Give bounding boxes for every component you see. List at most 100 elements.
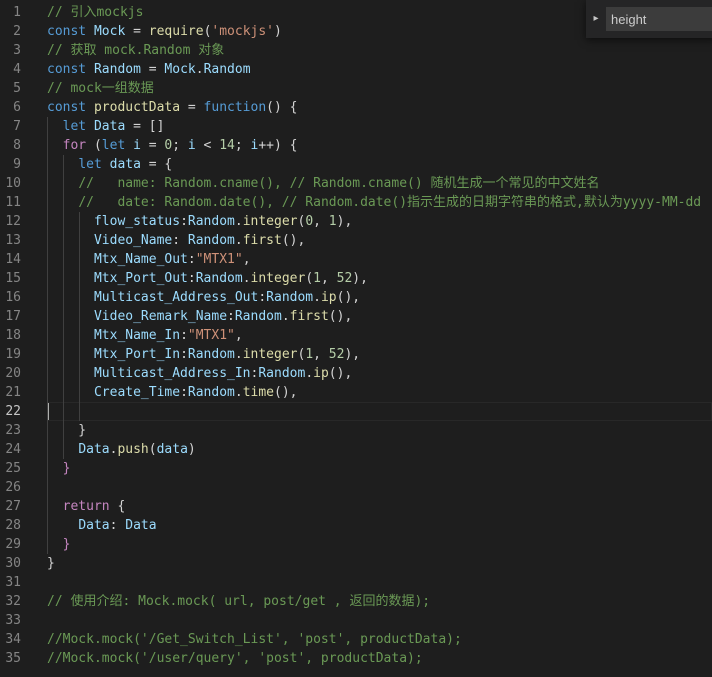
code-token: : [180, 347, 188, 362]
code-text[interactable]: } [47, 554, 55, 573]
code-text[interactable]: Mtx_Name_Out:"MTX1", [47, 250, 251, 269]
code-text[interactable]: const Random = Mock.Random [47, 60, 251, 79]
code-text[interactable]: for (let i = 0; i < 14; i++) { [47, 136, 298, 155]
code-line[interactable]: 3 // 获取 mock.Random 对象 [0, 41, 712, 60]
code-line[interactable]: 18 Mtx_Name_In:"MTX1", [0, 326, 712, 345]
code-token: require [148, 24, 204, 39]
code-token: : [180, 328, 188, 343]
code-text[interactable]: const Mock = require('mockjs') [47, 22, 282, 41]
code-line[interactable]: 20 Multicast_Address_In:Random.ip(), [0, 364, 712, 383]
code-line[interactable]: 7 let Data = [] [0, 117, 712, 136]
code-text[interactable]: Video_Remark_Name:Random.first(), [47, 307, 352, 326]
code-text[interactable]: // mock一组数据 [47, 79, 154, 98]
code-text[interactable]: // date: Random.date(), // Random.date()… [47, 193, 701, 212]
code-editor[interactable]: 1// 引入mockjs 2 const Mock = require('mockj… [0, 0, 712, 677]
code-line[interactable]: 12 flow_status:Random.integer(0, 1), [0, 212, 712, 231]
code-line[interactable]: 8 for (let i = 0; i < 14; i++) { [0, 136, 712, 155]
code-token: , [313, 214, 329, 229]
code-token: , [320, 271, 337, 286]
code-line[interactable]: 15 Mtx_Port_Out:Random.integer(1, 52), [0, 269, 712, 288]
code-lines[interactable]: 1// 引入mockjs 2 const Mock = require('mockj… [0, 3, 712, 668]
code-token: . [234, 385, 243, 400]
code-text[interactable]: Create_Time:Random.time(), [47, 383, 298, 402]
code-token: Random [234, 309, 282, 324]
code-token: : [180, 385, 188, 400]
code-line[interactable]: 24 Data.push(data) [0, 440, 712, 459]
code-text[interactable]: } [47, 535, 71, 554]
code-text[interactable]: Mtx_Port_Out:Random.integer(1, 52), [47, 269, 368, 288]
code-token: integer [242, 347, 298, 362]
code-line[interactable]: 35 //Mock.mock('/user/query', 'post', pro… [0, 649, 712, 668]
code-token: Multicast_Address_Out [93, 290, 259, 305]
code-line[interactable]: 22 [0, 402, 712, 421]
code-text[interactable]: Multicast_Address_Out:Random.ip(), [47, 288, 360, 307]
code-token: const [47, 62, 87, 77]
code-token: : [172, 233, 188, 248]
code-line[interactable]: 11 // date: Random.date(), // Random.dat… [0, 193, 712, 212]
code-text[interactable]: return { [47, 497, 126, 516]
code-line[interactable]: 29 } [0, 535, 712, 554]
code-line[interactable]: 32 // 使用介绍: Mock.mock( url, post/get , 返回… [0, 592, 712, 611]
code-line[interactable]: 6 const productData = function() { [0, 98, 712, 117]
indent-guide [63, 155, 64, 459]
code-token: flow_status [93, 214, 181, 229]
chevron-right-icon[interactable]: ▸ [590, 11, 602, 27]
code-token: . [234, 347, 243, 362]
code-text[interactable]: // 使用介绍: Mock.mock( url, post/get , 返回的数… [47, 592, 430, 611]
code-line[interactable]: 5 // mock一组数据 [0, 79, 712, 98]
code-line[interactable]: 25 } [0, 459, 712, 478]
code-line[interactable]: 4 const Random = Mock.Random [0, 60, 712, 79]
code-text[interactable]: Video_Name: Random.first(), [47, 231, 305, 250]
code-text[interactable]: // name: Random.cname(), // Random.cname… [47, 174, 599, 193]
code-line[interactable]: 17 Video_Remark_Name:Random.first(), [0, 307, 712, 326]
code-line[interactable]: 10 // name: Random.cname(), // Random.cn… [0, 174, 712, 193]
code-text[interactable]: Mtx_Name_In:"MTX1", [47, 326, 243, 345]
code-line[interactable]: 30} [0, 554, 712, 573]
code-token: // date: Random.date(), // Random.date()… [78, 195, 702, 210]
code-text[interactable]: Multicast_Address_In:Random.ip(), [47, 364, 352, 383]
code-line[interactable]: 9 let data = { [0, 155, 712, 174]
code-text[interactable]: const productData = function() { [47, 98, 297, 117]
line-number: 12 [5, 214, 21, 229]
code-token: first [242, 233, 282, 248]
code-line[interactable]: 31 [0, 573, 712, 592]
code-line[interactable]: 27 return { [0, 497, 712, 516]
code-line[interactable]: 26 [0, 478, 712, 497]
code-text[interactable]: } [47, 459, 71, 478]
code-text[interactable]: //Mock.mock('/user/query', 'post', produ… [47, 649, 423, 668]
code-text[interactable]: // 引入mockjs [47, 3, 143, 22]
code-token: } [47, 461, 71, 476]
code-text[interactable]: } [47, 421, 86, 440]
code-token: , [234, 328, 243, 343]
code-token: // mock一组数据 [47, 81, 154, 96]
code-text[interactable]: // 获取 mock.Random 对象 [47, 41, 224, 60]
code-token: // 引入mockjs [47, 5, 144, 20]
code-token: } [47, 537, 71, 552]
code-text[interactable]: flow_status:Random.integer(0, 1), [47, 212, 352, 231]
code-text[interactable]: let Data = [] [47, 117, 165, 136]
code-token: Multicast_Address_In [93, 366, 251, 381]
code-line[interactable]: 16 Multicast_Address_Out:Random.ip(), [0, 288, 712, 307]
code-text[interactable]: let data = { [47, 155, 172, 174]
code-line[interactable]: 19 Mtx_Port_In:Random.integer(1, 52), [0, 345, 712, 364]
code-text[interactable]: Data.push(data) [47, 440, 195, 459]
code-token: ; [172, 138, 188, 153]
code-line[interactable]: 13 Video_Name: Random.first(), [0, 231, 712, 250]
code-token: i [187, 138, 196, 153]
code-text[interactable]: //Mock.mock('/Get_Switch_List', 'post', … [47, 630, 462, 649]
code-line[interactable]: 14 Mtx_Name_Out:"MTX1", [0, 250, 712, 269]
find-input[interactable] [606, 7, 712, 31]
code-line[interactable]: 33 [0, 611, 712, 630]
code-token: : [187, 271, 196, 286]
code-line[interactable]: 21 Create_Time:Random.time(), [0, 383, 712, 402]
code-text[interactable]: Mtx_Port_In:Random.integer(1, 52), [47, 345, 360, 364]
code-text[interactable]: Data: Data [47, 516, 156, 535]
line-number: 17 [5, 309, 21, 324]
code-line[interactable]: 34 //Mock.mock('/Get_Switch_List', 'post'… [0, 630, 712, 649]
code-line[interactable]: 23 } [0, 421, 712, 440]
code-line[interactable]: 28 Data: Data [0, 516, 712, 535]
